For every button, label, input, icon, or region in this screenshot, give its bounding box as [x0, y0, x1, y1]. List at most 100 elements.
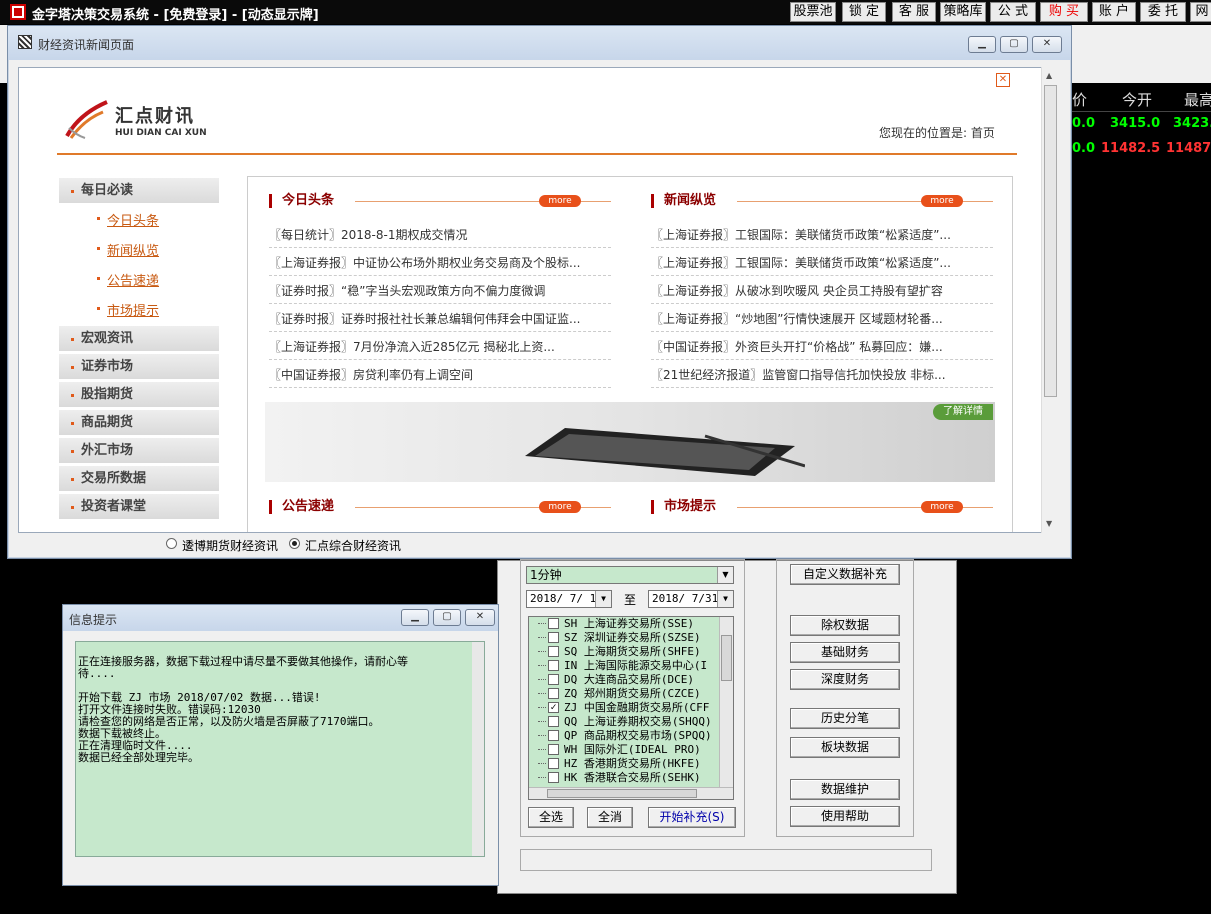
exchange-item[interactable]: SZ 深圳证券交易所(SZSE): [538, 631, 701, 645]
exchange-item[interactable]: QP 商品期权交易市场(SPQQ): [538, 729, 712, 743]
close-icon[interactable]: ✕: [465, 609, 495, 626]
exchange-checkbox[interactable]: [548, 688, 559, 699]
chevron-down-icon[interactable]: ▼: [595, 591, 611, 607]
minimize-icon[interactable]: ▁: [968, 36, 996, 53]
basic-finance-button[interactable]: 基础财务: [790, 642, 900, 663]
news-item-link[interactable]: 〖上海证券报〗“炒地图”行情快速展开 区域题材轮番...: [651, 310, 993, 332]
start-supplement-button[interactable]: 开始补充(S): [648, 807, 736, 828]
menu-headlines-link[interactable]: 今日头条: [96, 210, 159, 229]
menu-market-tips-link[interactable]: 市场提示: [96, 300, 159, 319]
date-to-field[interactable]: 2018/ 7/31 ▼: [648, 590, 734, 608]
exchange-item[interactable]: ZQ 郑州期货交易所(CZCE): [538, 687, 701, 701]
chevron-down-icon[interactable]: ▼: [717, 567, 733, 583]
news-item-link[interactable]: 〖21世纪经济报道〗监管窗口指导信托加快投放 非标...: [651, 366, 993, 388]
news-item-link[interactable]: 〖上海证券报〗中证协公布场外期权业务交易商及个股标...: [269, 254, 611, 276]
more-button[interactable]: more: [921, 501, 963, 513]
list-vscrollbar[interactable]: [719, 617, 733, 787]
news-item-link[interactable]: 〖证券时报〗证券时报社社长兼总编辑何伟拜会中国证监...: [269, 310, 611, 332]
toolbar-stock-pool-button[interactable]: 股票池: [790, 2, 836, 22]
exchange-item[interactable]: ✓ ZJ 中国金融期货交易所(CFF: [538, 701, 709, 715]
date-from-field[interactable]: 2018/ 7/ 1 ▼: [526, 590, 612, 608]
more-button[interactable]: more: [539, 501, 581, 513]
toolbar-account-button[interactable]: 账 户: [1092, 2, 1136, 22]
exchange-checkbox[interactable]: [548, 660, 559, 671]
menu-news-overview-link[interactable]: 新闻纵览: [96, 240, 159, 259]
exchange-item[interactable]: SQ 上海期货交易所(SHFE): [538, 645, 701, 659]
exchange-item[interactable]: SH 上海证券交易所(SSE): [538, 617, 694, 631]
ex-rights-button[interactable]: 除权数据: [790, 615, 900, 636]
radio-1[interactable]: [289, 538, 300, 549]
exchange-item[interactable]: WH 国际外汇(IDEAL PRO): [538, 743, 701, 757]
exchange-item[interactable]: HZ 香港期货交易所(HKFE): [538, 757, 701, 771]
menu-exchange-data[interactable]: 交易所数据: [59, 466, 219, 492]
menu-daily-must-read[interactable]: 每日必读: [59, 178, 219, 204]
data-maintenance-button[interactable]: 数据维护: [790, 779, 900, 800]
exchange-item[interactable]: HK 香港联合交易所(SEHK): [538, 771, 701, 785]
select-all-button[interactable]: 全选: [528, 807, 574, 828]
period-select[interactable]: 1分钟 ▼: [526, 566, 734, 584]
toolbar-formula-button[interactable]: 公 式: [990, 2, 1036, 22]
exchange-item[interactable]: IN 上海国际能源交易中心(I: [538, 659, 707, 673]
menu-macro[interactable]: 宏观资讯: [59, 326, 219, 352]
maximize-icon[interactable]: ▢: [433, 609, 461, 626]
news-item-link[interactable]: 〖中国证券报〗房贷利率仍有上调空间: [269, 366, 611, 388]
menu-securities[interactable]: 证券市场: [59, 354, 219, 380]
toolbar-lock-button[interactable]: 锁 定: [842, 2, 886, 22]
news-item-link[interactable]: 〖上海证券报〗工银国际：美联储货币政策“松紧适度”...: [651, 226, 993, 248]
more-button[interactable]: more: [921, 195, 963, 207]
help-button[interactable]: 使用帮助: [790, 806, 900, 827]
news-item-link[interactable]: 〖中国证券报〗外资巨头开打“价格战” 私募回应：嫌...: [651, 338, 993, 360]
radio-label-1[interactable]: 汇点综合财经资讯: [305, 537, 401, 554]
toolbar-buy-button[interactable]: 购 买: [1040, 2, 1088, 22]
exchange-checkbox[interactable]: [548, 632, 559, 643]
menu-index-futures[interactable]: 股指期货: [59, 382, 219, 408]
menu-forex[interactable]: 外汇市场: [59, 438, 219, 464]
exchange-checkbox[interactable]: [548, 618, 559, 629]
more-button[interactable]: more: [539, 195, 581, 207]
clear-all-button[interactable]: 全消: [587, 807, 633, 828]
tick-history-button[interactable]: 历史分笔: [790, 708, 900, 729]
minimize-icon[interactable]: ▁: [401, 609, 429, 626]
news-item-link[interactable]: 〖每日统计〗2018-8-1期权成交情况: [269, 226, 611, 248]
learn-more-button[interactable]: 了解详情: [933, 404, 993, 420]
scroll-up-icon[interactable]: ▲: [1046, 71, 1052, 80]
toolbar-service-button[interactable]: 客 服: [892, 2, 936, 22]
exchange-checkbox[interactable]: [548, 646, 559, 657]
custom-supplement-button[interactable]: 自定义数据补充: [790, 564, 900, 585]
deep-finance-button[interactable]: 深度财务: [790, 669, 900, 690]
info-scrollbar[interactable]: [472, 642, 484, 856]
exchange-checkbox[interactable]: [548, 716, 559, 727]
maximize-icon[interactable]: ▢: [1000, 36, 1028, 53]
exchange-checkbox[interactable]: [548, 674, 559, 685]
close-icon[interactable]: ✕: [996, 73, 1010, 87]
news-item-link[interactable]: 〖证券时报〗“稳”字当头宏观政策方向不偏力度微调: [269, 282, 611, 304]
banner-image[interactable]: 了解详情: [265, 402, 995, 482]
exchange-item[interactable]: QQ 上海证券期权交易(SHQQ): [538, 715, 712, 729]
sector-data-button[interactable]: 板块数据: [790, 737, 900, 758]
exchange-checkbox[interactable]: [548, 772, 559, 783]
exchange-checkbox[interactable]: [548, 744, 559, 755]
close-icon[interactable]: ✕: [1032, 36, 1062, 53]
scroll-down-icon[interactable]: ▼: [1046, 519, 1052, 528]
news-item-link[interactable]: 〖上海证券报〗7月份净流入近285亿元 揭秘北上资...: [269, 338, 611, 360]
radio-0[interactable]: [166, 538, 177, 549]
news-item-link[interactable]: 〖上海证券报〗从破冰到吹暖风 央企员工持股有望扩容: [651, 282, 993, 304]
menu-investor-class[interactable]: 投资者课堂: [59, 494, 219, 520]
exchange-checkbox[interactable]: [548, 758, 559, 769]
menu-commodity-futures[interactable]: 商品期货: [59, 410, 219, 436]
scroll-thumb[interactable]: [1044, 85, 1057, 397]
toolbar-strategy-button[interactable]: 策略库: [940, 2, 986, 22]
radio-label-0[interactable]: 逶博期货财经资讯: [182, 537, 278, 554]
scroll-thumb[interactable]: [547, 789, 697, 798]
exchange-checkbox[interactable]: ✓: [548, 702, 559, 713]
list-hscrollbar[interactable]: [529, 787, 733, 799]
toolbar-order-button[interactable]: 委 托: [1140, 2, 1186, 22]
exchange-checkbox[interactable]: [548, 730, 559, 741]
toolbar-web-button[interactable]: 网: [1190, 2, 1211, 22]
scroll-thumb[interactable]: [721, 635, 732, 681]
exchange-item[interactable]: DQ 大连商品交易所(DCE): [538, 673, 694, 687]
news-item-link[interactable]: 〖上海证券报〗工银国际：美联储货币政策“松紧适度”...: [651, 254, 993, 276]
menu-announcements-link[interactable]: 公告速递: [96, 270, 159, 289]
news-vscrollbar[interactable]: ▲ ▼: [1041, 67, 1058, 533]
chevron-down-icon[interactable]: ▼: [717, 591, 733, 607]
